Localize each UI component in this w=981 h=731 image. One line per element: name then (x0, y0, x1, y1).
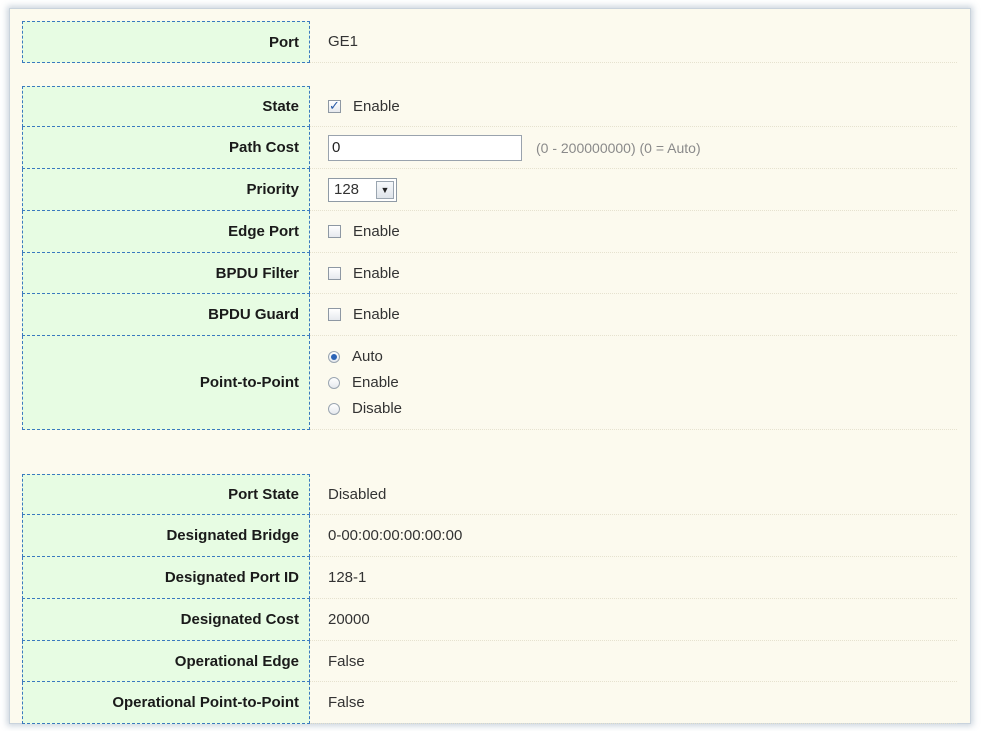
designated-cost-row: Designated Cost 20000 (22, 599, 957, 641)
designated-port-id-row: Designated Port ID 128-1 (22, 557, 957, 599)
designated-cost-value: 20000 (310, 599, 957, 641)
designated-cost-label: Designated Cost (22, 599, 310, 641)
state-enable-text: Enable (353, 97, 400, 115)
p2p-enable-radio[interactable] (328, 376, 340, 389)
path-cost-label: Path Cost (22, 127, 310, 169)
bpdu-guard-label: BPDU Guard (22, 294, 310, 336)
point-to-point-label: Point-to-Point (22, 336, 310, 430)
path-cost-row: Path Cost (0 - 200000000) (0 = Auto) (22, 127, 957, 169)
point-to-point-row: Point-to-Point Auto Enable Disable (22, 336, 957, 430)
port-state-row: Port State Disabled (22, 474, 957, 515)
bpdu-guard-enable-checkbox[interactable] (328, 308, 341, 321)
operational-p2p-row: Operational Point-to-Point False (22, 682, 957, 724)
edge-port-enable-text: Enable (353, 223, 400, 240)
operational-edge-value: False (310, 641, 957, 682)
state-enable-checkbox[interactable] (328, 98, 341, 114)
edge-port-row: Edge Port Enable (22, 211, 957, 253)
priority-select[interactable]: 128 ▼ (328, 177, 397, 202)
priority-row: Priority 128 ▼ (22, 169, 957, 211)
bpdu-filter-enable-text: Enable (353, 264, 400, 282)
designated-bridge-label: Designated Bridge (22, 515, 310, 557)
p2p-option-enable[interactable]: Enable (328, 370, 399, 396)
port-settings-panel: Port GE1 State Enable Path Cost (0 - 200… (9, 8, 971, 724)
p2p-disable-text: Disable (352, 400, 403, 417)
bpdu-filter-label: BPDU Filter (22, 253, 310, 294)
priority-label: Priority (22, 169, 310, 211)
chevron-down-icon[interactable]: ▼ (376, 180, 394, 199)
operational-p2p-value: False (310, 682, 957, 724)
settings-group: State Enable Path Cost (0 - 200000000) (… (22, 86, 957, 430)
priority-select-value: 128 (334, 181, 360, 198)
operational-edge-label: Operational Edge (22, 641, 310, 682)
bpdu-filter-row: BPDU Filter Enable (22, 253, 957, 294)
bpdu-guard-row: BPDU Guard Enable (22, 294, 957, 336)
state-label: State (22, 86, 310, 127)
port-label: Port (22, 21, 310, 63)
p2p-disable-radio[interactable] (328, 402, 340, 415)
path-cost-hint: (0 - 200000000) (0 = Auto) (536, 139, 701, 156)
bpdu-guard-enable-text: Enable (353, 306, 400, 323)
operational-p2p-label: Operational Point-to-Point (22, 682, 310, 724)
p2p-auto-text: Auto (352, 348, 383, 365)
operational-edge-row: Operational Edge False (22, 641, 957, 682)
p2p-option-disable[interactable]: Disable (328, 396, 402, 422)
p2p-enable-text: Enable (352, 374, 399, 391)
port-value: GE1 (310, 21, 957, 63)
state-row: State Enable (22, 86, 957, 127)
status-group: Port State Disabled Designated Bridge 0-… (22, 474, 957, 724)
p2p-auto-radio[interactable] (328, 350, 340, 363)
designated-port-id-label: Designated Port ID (22, 557, 310, 599)
port-row: Port GE1 (22, 21, 957, 63)
edge-port-label: Edge Port (22, 211, 310, 253)
edge-port-enable-checkbox[interactable] (328, 225, 341, 238)
designated-bridge-row: Designated Bridge 0-00:00:00:00:00:00 (22, 515, 957, 557)
designated-port-id-value: 128-1 (310, 557, 957, 599)
port-state-value: Disabled (310, 474, 957, 515)
bpdu-filter-enable-checkbox[interactable] (328, 266, 341, 280)
path-cost-input[interactable] (328, 134, 522, 161)
p2p-option-auto[interactable]: Auto (328, 344, 383, 370)
port-state-label: Port State (22, 474, 310, 515)
designated-bridge-value: 0-00:00:00:00:00:00 (310, 515, 957, 557)
port-group: Port GE1 (22, 21, 957, 63)
